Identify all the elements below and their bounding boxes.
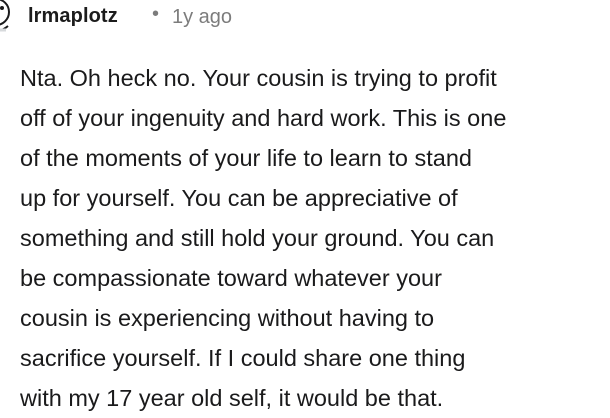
comment-body-line: Nta. Oh heck no. Your cousin is trying t… <box>20 65 497 91</box>
comment-body-line: cousin is experiencing without having to <box>20 305 435 331</box>
comment-body-line: with my 17 year old self, it would be th… <box>20 385 444 411</box>
user-avatar-icon[interactable] <box>0 0 16 40</box>
comment-age[interactable]: 1y ago <box>172 6 232 29</box>
comment-author[interactable]: lrmaplotz <box>28 5 118 28</box>
comment-body-line: up for yourself. You can be appreciative… <box>20 185 458 211</box>
comment-body-line: sacrifice yourself. If I could share one… <box>20 345 466 371</box>
comment-body-line: of the moments of your life to learn to … <box>20 145 472 171</box>
comment-body-line: something and still hold your ground. Yo… <box>20 225 495 251</box>
comment-body-line: be compassionate toward whatever your <box>20 265 442 291</box>
meta-separator: • <box>152 3 160 25</box>
comment: lrmaplotz • 1y ago Nta. Oh heck no. Your… <box>0 0 610 415</box>
comment-body: Nta. Oh heck no. Your cousin is trying t… <box>20 58 610 418</box>
comment-header: lrmaplotz • 1y ago <box>0 0 610 38</box>
comment-body-line: off of your ingenuity and hard work. Thi… <box>20 105 507 131</box>
